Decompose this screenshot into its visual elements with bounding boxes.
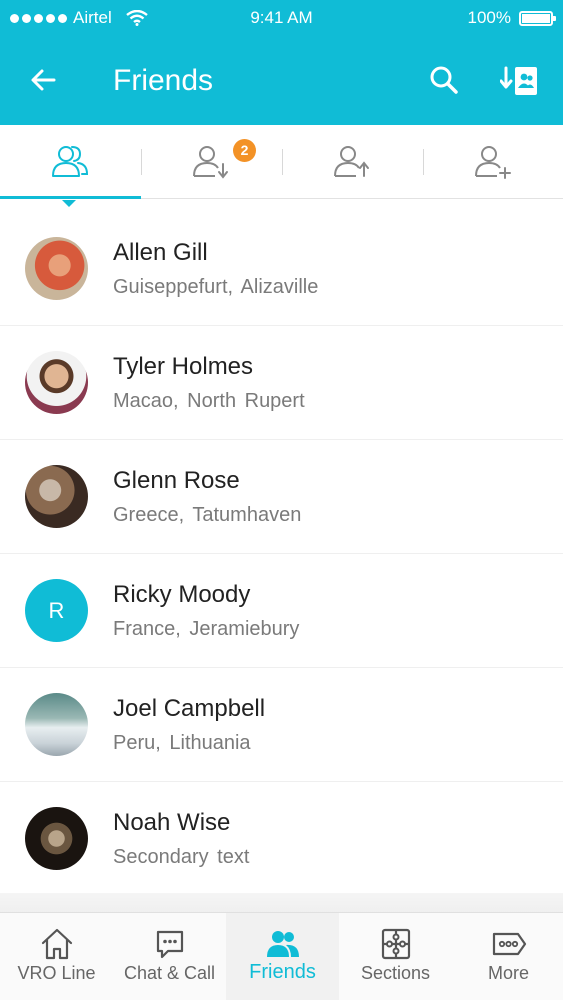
add-friend-icon [475,146,511,179]
nav-friends[interactable]: Friends [226,913,339,1000]
nav-label: More [487,963,529,983]
nav-label: Sections [360,963,431,983]
battery-percent: 100% [467,8,511,27]
search-icon[interactable] [428,64,460,96]
friends-list: Allen Gill Guiseppefurt, Alizaville Tyle… [0,212,563,896]
friends-tabs [0,125,563,207]
friends-icon [52,146,89,177]
avatar [25,807,88,870]
list-item[interactable]: Joel Campbell Peru, Lithuania [0,668,563,782]
status-bar: Airtel 9:41 AM 100% [0,0,563,36]
contacts-icon[interactable] [500,64,540,98]
friend-location: Guiseppefurt, Alizaville [113,276,319,298]
friend-location: France, Jeramiebury [113,618,300,640]
friend-name: Ricky Moody [113,581,251,608]
list-item[interactable]: Noah Wise Secondary text [0,782,563,896]
friend-secondary-text: Secondary text [113,846,250,868]
tab-add-friend[interactable] [423,125,563,199]
battery-icon [519,10,556,26]
nav-label: Chat & Call [123,963,216,983]
more-icon [492,932,526,956]
sections-icon [381,928,410,960]
avatar-initial: R [25,579,88,642]
friend-name: Joel Campbell [113,695,266,722]
friend-name: Glenn Rose [113,467,240,494]
home-icon [41,928,72,960]
list-item[interactable]: Allen Gill Guiseppefurt, Alizaville [0,212,563,326]
list-end-shadow [0,893,563,913]
friends-icon [266,931,299,957]
request-count-badge: 2 [233,139,256,162]
incoming-request-icon [193,146,228,179]
nav-label: Friends [249,961,316,983]
list-item[interactable]: Tyler Holmes Macao, North Rupert [0,326,563,440]
avatar [25,693,88,756]
tab-incoming-requests[interactable] [141,125,281,199]
tab-outgoing-requests[interactable] [282,125,422,199]
friend-location: Peru, Lithuania [113,732,251,754]
nav-vro-line[interactable]: VRO Line [0,913,113,1000]
nav-sections[interactable]: Sections [339,913,452,1000]
page-title: Friends [113,64,214,97]
list-item[interactable]: R Ricky Moody France, Jeramiebury [0,554,563,668]
nav-more[interactable]: More [452,913,563,1000]
list-item[interactable]: Glenn Rose Greece, Tatumhaven [0,440,563,554]
tab-friends[interactable] [0,125,140,199]
friend-name: Noah Wise [113,809,231,836]
friend-name: Tyler Holmes [113,353,254,380]
avatar [25,465,88,528]
avatar [25,237,88,300]
chat-icon [156,930,183,959]
app-header: Airtel 9:41 AM 100% Friends [0,0,563,125]
friend-location: Macao, North Rupert [113,390,305,412]
nav-chat-call[interactable]: Chat & Call [113,913,226,1000]
back-arrow-icon[interactable] [28,64,60,96]
bottom-navigation: VRO Line Chat & Call Friends Sections Mo… [0,912,563,1000]
nav-label: VRO Line [17,963,96,983]
outgoing-request-icon [334,146,369,177]
friend-name: Allen Gill [113,239,208,266]
friend-location: Greece, Tatumhaven [113,504,302,526]
avatar [25,351,88,414]
tab-active-indicator [0,196,141,207]
